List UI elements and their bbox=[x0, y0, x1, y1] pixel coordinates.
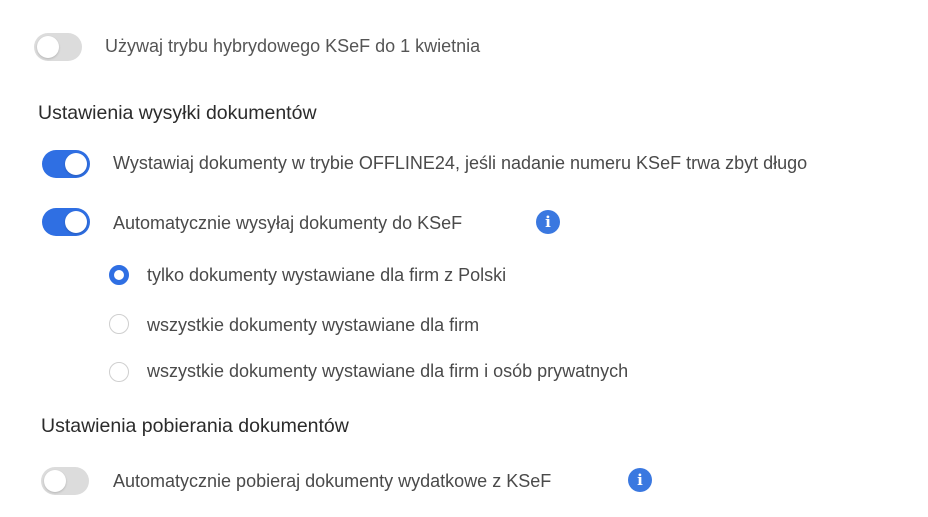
auto-send-toggle[interactable] bbox=[42, 208, 90, 236]
auto-download-label: Automatycznie pobieraj dokumenty wydatko… bbox=[113, 471, 552, 491]
scope-radio-polish-companies[interactable] bbox=[109, 265, 129, 285]
downloading-settings-heading: Ustawienia pobierania dokumentów bbox=[41, 415, 349, 437]
scope-option-label: tylko dokumenty wystawiane dla firm z Po… bbox=[147, 265, 507, 285]
offline24-toggle[interactable] bbox=[42, 150, 90, 178]
toggle-knob bbox=[44, 470, 66, 492]
auto-download-toggle[interactable] bbox=[41, 467, 89, 495]
toggle-knob bbox=[37, 36, 59, 58]
scope-option-label: wszystkie dokumenty wystawiane dla firm … bbox=[147, 361, 629, 381]
auto-send-label: Automatycznie wysyłaj dokumenty do KSeF bbox=[113, 213, 463, 233]
sending-settings-heading: Ustawienia wysyłki dokumentów bbox=[38, 102, 317, 124]
hybrid-mode-toggle[interactable] bbox=[34, 33, 82, 61]
toggle-knob bbox=[65, 153, 87, 175]
hybrid-mode-label: Używaj trybu hybrydowego KSeF do 1 kwiet… bbox=[105, 36, 481, 56]
scope-radio-companies-and-individuals[interactable] bbox=[109, 362, 129, 382]
toggle-knob bbox=[65, 211, 87, 233]
scope-option-label: wszystkie dokumenty wystawiane dla firm bbox=[147, 315, 480, 335]
info-icon[interactable]: i bbox=[628, 468, 652, 492]
info-icon[interactable]: i bbox=[536, 210, 560, 234]
scope-radio-all-companies[interactable] bbox=[109, 314, 129, 334]
offline24-label: Wystawiaj dokumenty w trybie OFFLINE24, … bbox=[113, 153, 808, 173]
